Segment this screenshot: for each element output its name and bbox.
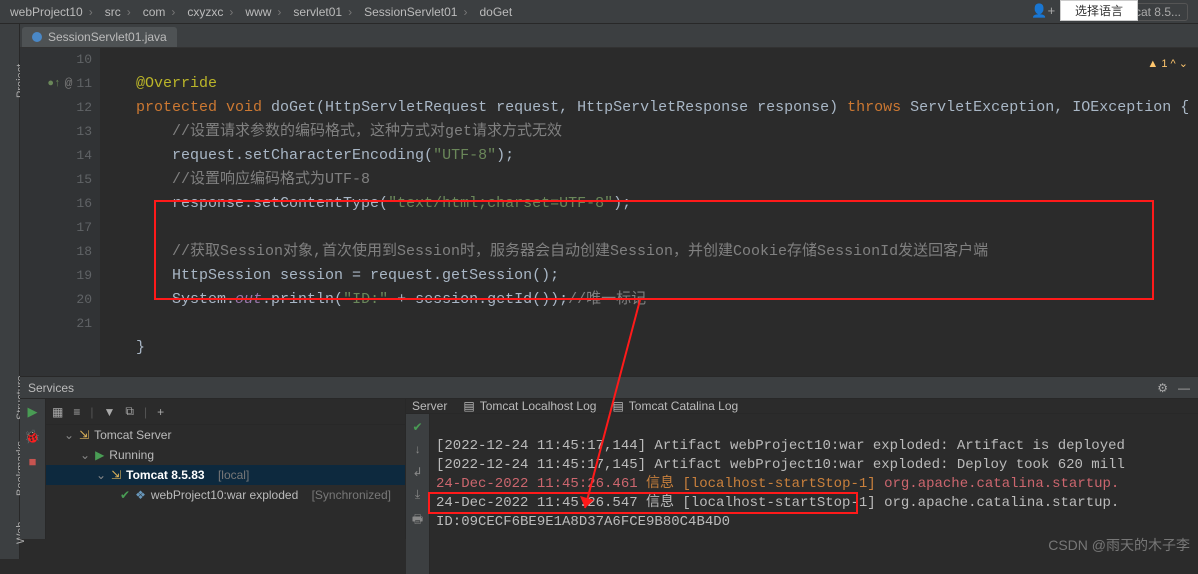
add-icon[interactable]: +	[157, 405, 164, 419]
scroll-icon[interactable]: ⤓	[415, 488, 420, 502]
check-icon: ✔	[120, 488, 130, 502]
minimize-icon[interactable]: —	[1178, 381, 1190, 395]
log-line: 24-Dec-2022 11:45:26.461	[436, 476, 646, 492]
down-icon[interactable]: ↓	[414, 443, 421, 457]
gear-icon[interactable]: ⚙	[1157, 381, 1168, 395]
java-file-icon	[32, 32, 42, 42]
log-line: [2022-12-24 11:45:17,145] Artifact webPr…	[436, 457, 1125, 473]
services-titlebar[interactable]: Services ⚙ —	[20, 376, 1198, 399]
stop-icon[interactable]: ■	[29, 455, 37, 470]
log-line: 24-Dec-2022 11:45:26.547 信息 [localhost-s…	[436, 495, 1119, 511]
expand-icon[interactable]: ≡	[73, 405, 80, 419]
filter-icon[interactable]: ▼	[103, 405, 115, 419]
tree-toolbar: ▦ ≡ | ▼ ⧉ | +	[46, 399, 405, 425]
services-tree: ▦ ≡ | ▼ ⧉ | + ⌄⇲ Tomcat Server ⌄▶ Runnin…	[46, 399, 406, 539]
console-toolbar: ✔ ↓ ↲ ⤓ 🖶	[406, 414, 430, 574]
log-line: [2022-12-24 11:45:17,144] Artifact webPr…	[436, 438, 1125, 454]
check-icon[interactable]: ✔	[412, 420, 422, 435]
user-add-icon[interactable]: 👤+	[1031, 4, 1055, 19]
annotation: @Override	[136, 75, 217, 92]
crumb[interactable]: cxyzxc	[181, 5, 239, 19]
left-tool-strip: Project Structure Bookmarks Web	[0, 24, 20, 559]
services-toolbar: ▶ 🐞 ■	[20, 399, 46, 539]
tomcat-icon: ⇲	[111, 468, 121, 482]
tree-artifact[interactable]: ✔ ❖ webProject10:war exploded [Synchroni…	[46, 485, 405, 505]
session-id-output: ID:09CECF6BE9E1A8D37A6FCE9B80C4B4D0	[436, 514, 730, 530]
crumb[interactable]: src	[99, 5, 137, 19]
crumb[interactable]: com	[137, 5, 182, 19]
running-icon: ▶	[95, 448, 104, 462]
crumb[interactable]: webProject10	[4, 5, 99, 19]
console-area: Server ▤Tomcat Localhost Log ▤Tomcat Cat…	[406, 399, 1198, 539]
tree-root[interactable]: ⌄⇲ Tomcat Server	[46, 425, 405, 445]
tab-localhost-log[interactable]: ▤Tomcat Localhost Log	[463, 399, 596, 413]
tree-running[interactable]: ⌄▶ Running	[46, 445, 405, 465]
wrap-icon[interactable]: ↲	[412, 465, 422, 480]
group-icon[interactable]: ⧉	[125, 404, 134, 419]
code-area[interactable]: @Override protected void doGet(HttpServl…	[100, 48, 1198, 376]
breadcrumb: webProject10 src com cxyzxc www servlet0…	[4, 5, 1031, 19]
services-panel: ▶ 🐞 ■ ▦ ≡ | ▼ ⧉ | + ⌄⇲ Tomcat Server ⌄▶ …	[20, 399, 1198, 539]
run-icon[interactable]: ▶	[28, 405, 38, 420]
gutter: 10 ●↑@11 12 13 14 15 16 17 18 19 20 21	[20, 48, 100, 376]
artifact-icon: ❖	[135, 488, 146, 502]
tab-server[interactable]: Server	[412, 399, 447, 413]
print-icon[interactable]: 🖶	[412, 510, 423, 531]
file-tab[interactable]: SessionServlet01.java	[22, 27, 177, 47]
crumb[interactable]: servlet01	[287, 5, 358, 19]
crumb[interactable]: doGet	[473, 5, 524, 19]
log-icon: ▤	[612, 399, 623, 413]
inspection-indicator[interactable]: ▲ 1 ^ ⌄	[1147, 52, 1188, 76]
file-tab-label: SessionServlet01.java	[48, 30, 167, 44]
navigation-bar: webProject10 src com cxyzxc www servlet0…	[0, 0, 1198, 24]
grid-icon[interactable]: ▦	[52, 405, 63, 419]
tomcat-icon: ⇲	[79, 428, 89, 442]
override-icon[interactable]: ●↑	[47, 72, 60, 96]
crumb[interactable]: www	[239, 5, 287, 19]
tree-instance[interactable]: ⌄⇲ Tomcat 8.5.83 [local]	[46, 465, 405, 485]
console-tabs: Server ▤Tomcat Localhost Log ▤Tomcat Cat…	[406, 399, 1198, 414]
log-icon: ▤	[463, 399, 474, 413]
editor-tabs: SessionServlet01.java	[0, 24, 1198, 48]
language-selector[interactable]: 选择语言	[1060, 0, 1138, 21]
code-editor[interactable]: 10 ●↑@11 12 13 14 15 16 17 18 19 20 21 @…	[20, 48, 1198, 376]
watermark: CSDN @雨天的木子李	[1048, 535, 1190, 555]
services-title: Services	[28, 381, 74, 395]
debug-icon[interactable]: 🐞	[24, 430, 40, 445]
crumb[interactable]: SessionServlet01	[358, 5, 473, 19]
tab-catalina-log[interactable]: ▤Tomcat Catalina Log	[612, 399, 738, 413]
